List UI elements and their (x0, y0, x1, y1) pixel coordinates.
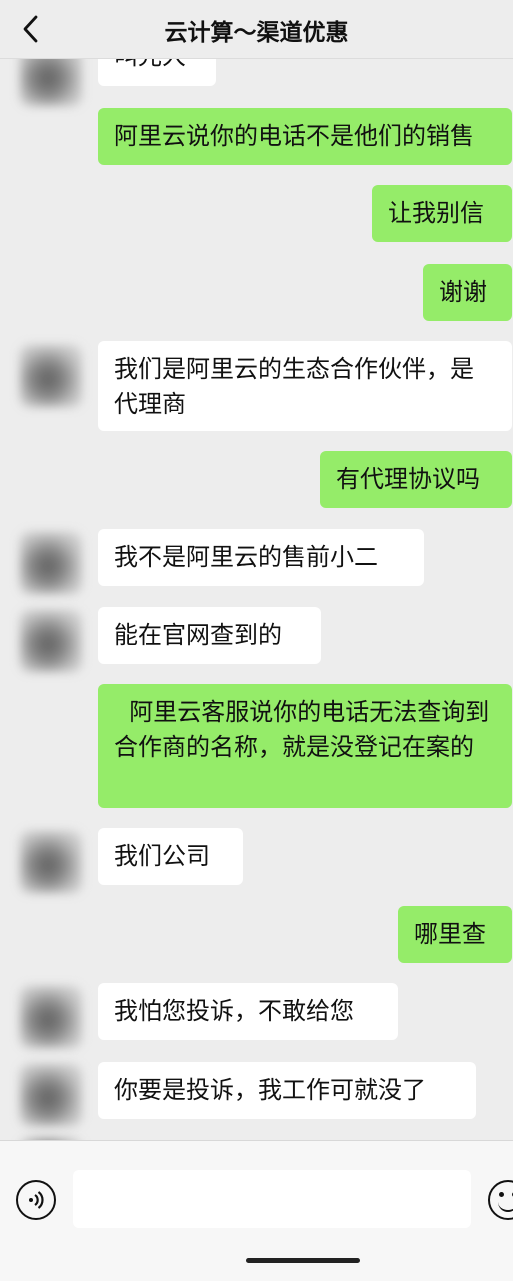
received-message[interactable]: 我不是阿里云的售前小二 (98, 529, 424, 586)
voice-icon (29, 1191, 44, 1209)
home-indicator (246, 1258, 360, 1263)
chat-title: 云计算～渠道优惠 (164, 20, 349, 46)
sent-message[interactable]: 阿里云说你的电话不是他们的销售 (98, 108, 512, 165)
sent-message[interactable]: 谢谢 (423, 264, 512, 321)
chat-header: 云计算～渠道优惠 (0, 0, 513, 59)
sent-message[interactable]: 哪里查 (398, 906, 512, 963)
received-message[interactable]: 我们是阿里云的生态合作伙伴，是代理商 (98, 341, 512, 431)
sent-message[interactable]: 有代理协议吗 (320, 451, 512, 508)
received-message[interactable]: 我们公司 (98, 828, 243, 885)
received-message[interactable]: 你要是投诉，我工作可就没了 (98, 1062, 476, 1119)
contact-avatar[interactable] (20, 1064, 82, 1126)
received-message[interactable]: 我怕您投诉，不敢给您 (98, 983, 398, 1040)
message-list[interactable]: 叫光大 阿里云说你的电话不是他们的销售 让我别信 谢谢 我们是阿里云的生态合作伙… (0, 58, 513, 1140)
contact-avatar[interactable] (20, 345, 82, 407)
received-message[interactable]: 叫光大 (98, 58, 216, 86)
voice-button[interactable] (16, 1180, 56, 1220)
received-message[interactable]: 能在官网查到的 (98, 607, 321, 664)
contact-avatar[interactable] (20, 532, 82, 594)
input-bar (0, 1140, 513, 1281)
contact-avatar[interactable] (20, 986, 82, 1048)
contact-avatar[interactable] (20, 610, 82, 672)
sent-message[interactable]: 让我别信 (372, 185, 512, 242)
contact-avatar[interactable] (20, 831, 82, 893)
emoji-button[interactable] (488, 1180, 513, 1220)
message-input[interactable] (73, 1170, 471, 1228)
contact-avatar[interactable] (20, 58, 82, 106)
sent-message[interactable]: 阿里云客服说你的电话无法查询到合作商的名称，就是没登记在案的 (98, 684, 512, 808)
